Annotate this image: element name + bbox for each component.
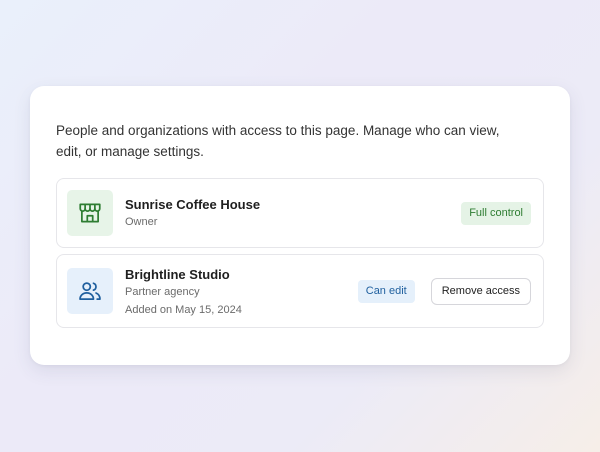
- member-avatar: [67, 268, 113, 314]
- access-card: People and organizations with access to …: [30, 86, 570, 365]
- member-avatar: [67, 190, 113, 236]
- member-name: Sunrise Coffee House: [125, 196, 261, 212]
- storefront-icon: [79, 203, 101, 223]
- member-added-date: Added on May 15, 2024: [125, 303, 242, 316]
- remove-access-button[interactable]: Remove access: [430, 277, 531, 305]
- member-name: Brightline Studio: [125, 266, 230, 282]
- member-info: Brightline Studio Partner agency Added o…: [125, 266, 358, 319]
- access-description: People and organizations with access to …: [56, 123, 500, 159]
- member-row-owner: Sunrise Coffee House Owner Full control: [56, 178, 544, 248]
- people-icon: [79, 282, 101, 300]
- permission-badge-full-control: Full control: [461, 201, 531, 225]
- member-info: Sunrise Coffee House Owner: [125, 196, 461, 231]
- member-role: Owner: [125, 215, 158, 228]
- permission-badge-can-edit: Can edit: [357, 279, 415, 303]
- member-role: Partner agency: [125, 285, 200, 298]
- member-row-partner: Brightline Studio Partner agency Added o…: [56, 254, 544, 328]
